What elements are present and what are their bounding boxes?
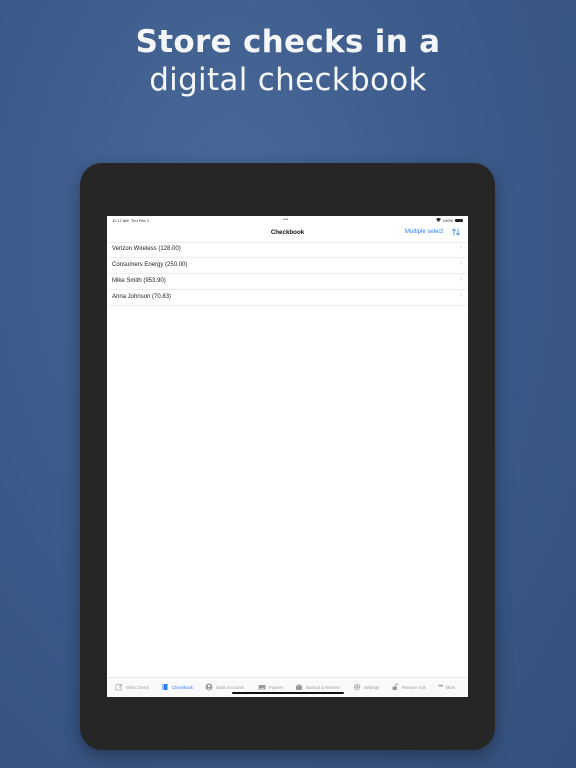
sort-arrows-icon[interactable] — [451, 227, 461, 237]
keyboard-icon — [258, 685, 266, 690]
tab-label: Bank Accounts — [216, 684, 244, 690]
tab-label: More — [445, 684, 456, 690]
tab-label: Backup & Restore — [306, 684, 340, 690]
headline-line-2: digital checkbook — [149, 62, 427, 98]
nav-bar: Checkbook Multiple select — [107, 224, 468, 243]
gear-icon — [353, 683, 361, 691]
status-date: Thu Feb 1 — [130, 218, 150, 223]
briefcase-icon — [296, 684, 302, 690]
lock-icon — [392, 683, 399, 690]
list-item[interactable]: Mike Smith (953.90) › — [107, 274, 468, 290]
person-icon — [205, 683, 213, 691]
list-item[interactable]: Consumers Energy (250.00) › — [107, 258, 468, 274]
check-label: Mike Smith (953.90) — [112, 278, 166, 284]
tab-bank-accounts[interactable]: Bank Accounts — [205, 682, 244, 692]
app-screen: 11:17 AM Thu Feb 1 ••• 100% Checkbook Mu… — [107, 216, 468, 697]
home-indicator[interactable] — [232, 692, 344, 694]
tab-checkbook[interactable]: Checkbook — [161, 682, 193, 692]
chevron-right-icon: › — [460, 277, 462, 283]
tab-label: Settings — [364, 684, 380, 690]
tab-payees[interactable]: Payees — [258, 682, 283, 692]
chevron-right-icon: › — [460, 293, 462, 299]
tab-label: Write Check — [126, 684, 149, 690]
status-time: 11:17 AM — [112, 218, 129, 223]
tab-label: Payees — [269, 684, 283, 690]
tab-label: Checkbook — [172, 684, 193, 690]
tab-label: Remove Ads — [402, 684, 426, 690]
check-label: Verizon Wireless (128.00) — [112, 246, 181, 252]
more-icon: ••• — [438, 684, 443, 690]
status-bar: 11:17 AM Thu Feb 1 ••• 100% — [107, 216, 468, 224]
tab-bar: Write Check Checkbook Bank Accounts Paye… — [107, 677, 468, 697]
status-right: 100% — [435, 218, 463, 223]
chevron-right-icon: › — [460, 245, 462, 251]
edit-icon — [115, 683, 123, 691]
tab-remove-ads[interactable]: Remove Ads — [391, 682, 426, 692]
checks-list: Verizon Wireless (128.00) › Consumers En… — [107, 242, 468, 306]
check-label: Anna Johnson (70.83) — [112, 294, 172, 300]
tab-backup-restore[interactable]: Backup & Restore — [295, 682, 340, 692]
wifi-icon — [435, 218, 441, 223]
tab-settings[interactable]: Settings — [353, 682, 379, 692]
battery-icon — [455, 219, 463, 222]
multiple-select-button[interactable]: Multiple select — [405, 229, 443, 235]
chevron-right-icon: › — [460, 261, 462, 267]
list-item[interactable]: Verizon Wireless (128.00) › — [107, 242, 468, 258]
tab-write-check[interactable]: Write Check — [115, 682, 149, 692]
multitask-dots[interactable]: ••• — [283, 217, 288, 223]
headline-line-1: Store checks in a — [135, 24, 441, 60]
book-icon — [162, 684, 168, 690]
tab-more[interactable]: ••• More — [438, 682, 455, 692]
check-label: Consumers Energy (250.00) — [112, 262, 188, 268]
status-time-date: 11:17 AM Thu Feb 1 — [112, 218, 149, 223]
tablet-device: 11:17 AM Thu Feb 1 ••• 100% Checkbook Mu… — [80, 163, 495, 750]
list-item[interactable]: Anna Johnson (70.83) › — [107, 290, 468, 306]
battery-percent: 100% — [442, 218, 453, 223]
